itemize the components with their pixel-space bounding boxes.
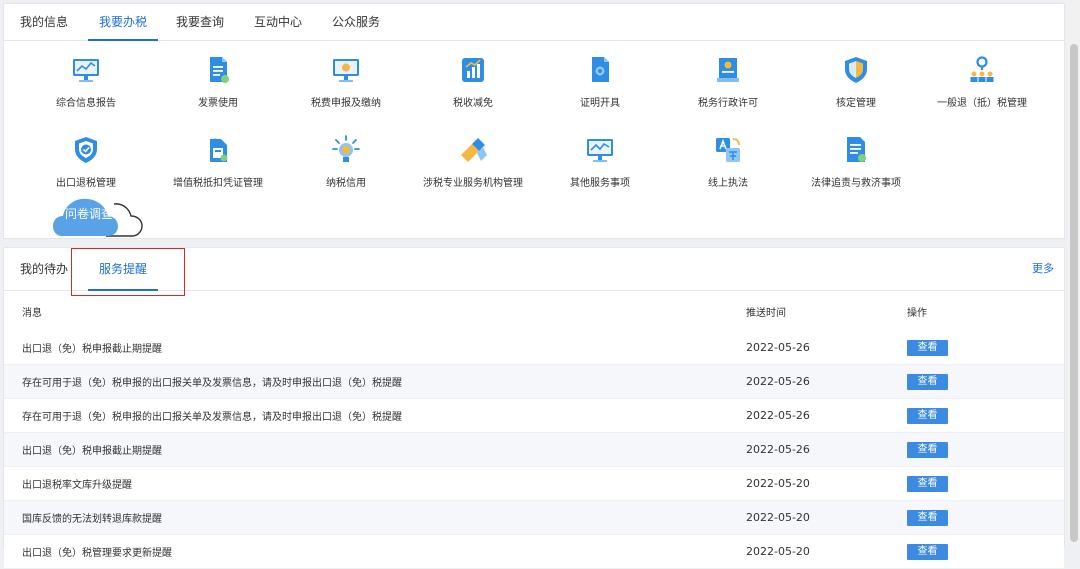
service-label: 发票使用 <box>198 98 238 109</box>
table-row: 出口退（免）税申报截止期提醒 2022-05-26 查看 <box>4 432 1064 467</box>
monitor-chart-icon <box>73 59 99 82</box>
time-cell: 2022-05-26 <box>729 331 889 365</box>
time-cell: 2022-05-20 <box>729 500 889 535</box>
service-general-refund[interactable]: 一般退（抵）税管理 <box>922 55 1042 109</box>
tab-query[interactable]: 我要查询 <box>176 4 224 40</box>
service-assessment-management[interactable]: 核定管理 <box>796 55 916 109</box>
service-label: 法律追责与救济事项 <box>811 178 901 189</box>
reminder-table: 消息 推送时间 操作 出口退（免）税申报截止期提醒 2022-05-26 查看 … <box>4 291 1064 569</box>
service-admin-license[interactable]: 税务行政许可 <box>668 55 788 109</box>
service-label: 线上执法 <box>708 178 748 189</box>
document-stamp-icon <box>210 138 228 162</box>
scrollbar-thumb[interactable] <box>1070 44 1078 542</box>
view-button[interactable]: 查看 <box>907 441 948 458</box>
message-cell: 出口退税率文库升级提醒 <box>4 466 729 501</box>
time-cell: 2022-05-26 <box>729 398 889 433</box>
service-label: 税务行政许可 <box>698 98 758 109</box>
service-label: 涉税专业服务机构管理 <box>423 178 523 189</box>
pen-tag-icon <box>461 138 487 162</box>
location-people-icon <box>970 56 994 82</box>
view-button[interactable]: 查看 <box>907 407 948 424</box>
certificate-icon <box>592 57 609 82</box>
service-legal-remedy[interactable]: 法律追责与救济事项 <box>796 135 916 189</box>
tab-handle-tax[interactable]: 我要办税 <box>87 4 159 41</box>
message-cell: 出口退（免）税申报截止期提醒 <box>4 432 729 467</box>
view-button[interactable]: 查看 <box>907 373 948 390</box>
table-row: 存在可用于退（免）税申报的出口报关单及发票信息，请及时申报出口退（免）税提醒 2… <box>4 398 1064 433</box>
view-button[interactable]: 查看 <box>907 475 948 492</box>
monitor-coin-icon <box>333 59 359 82</box>
service-label: 其他服务事项 <box>570 178 630 189</box>
legal-document-icon <box>847 137 866 162</box>
service-tax-declaration[interactable]: 税费申报及缴纳 <box>286 55 406 109</box>
service-export-refund[interactable]: 出口退税管理 <box>26 135 146 189</box>
reminder-panel: 我的待办 服务提醒 更多 消息 推送时间 操作 出口退（免）税申报截止期提醒 2… <box>3 247 1065 569</box>
service-tax-credit[interactable]: 纳税信用 <box>286 135 406 189</box>
tab-my-info[interactable]: 我的信息 <box>20 4 68 40</box>
survey-label: 问卷调查 <box>64 207 113 221</box>
time-cell: 2022-05-20 <box>729 466 889 501</box>
service-label: 一般退（抵）税管理 <box>937 98 1027 109</box>
tax-reduction-chart-icon <box>462 58 484 82</box>
message-cell: 出口退（免）税申报截止期提醒 <box>4 331 729 365</box>
invoice-document-icon <box>210 57 229 83</box>
table-row: 出口退税率文库升级提醒 2022-05-20 查看 <box>4 466 1064 501</box>
service-tax-reduction[interactable]: 税收减免 <box>413 55 533 109</box>
service-comprehensive-report[interactable]: 综合信息报告 <box>26 55 146 109</box>
table-row: 出口退（免）税申报截止期提醒 2022-05-26 查看 <box>4 331 1064 365</box>
message-cell: 出口退（免）税管理要求更新提醒 <box>4 534 729 569</box>
service-label: 纳税信用 <box>326 178 366 189</box>
bottom-tab-bar: 我的待办 服务提醒 更多 <box>4 248 1064 296</box>
column-header-time: 推送时间 <box>746 307 786 319</box>
service-agency-management[interactable]: 涉税专业服务机构管理 <box>413 135 533 189</box>
license-certificate-icon <box>717 58 739 82</box>
service-label: 综合信息报告 <box>56 98 116 109</box>
service-vat-deduction[interactable]: 增值税抵扣凭证管理 <box>158 135 278 189</box>
table-row: 国库反馈的无法划转退库款提醒 2022-05-20 查看 <box>4 500 1064 535</box>
view-button[interactable]: 查看 <box>907 339 948 356</box>
service-label: 出口退税管理 <box>56 178 116 189</box>
tab-interaction-center[interactable]: 互动中心 <box>254 4 302 40</box>
table-row: 存在可用于退（免）税申报的出口报关单及发票信息，请及时申报出口退（免）税提醒 2… <box>4 364 1064 399</box>
tab-public-service[interactable]: 公众服务 <box>332 4 380 40</box>
message-cell: 国库反馈的无法划转退库款提醒 <box>4 500 729 535</box>
monitor-trend-icon <box>587 139 613 162</box>
service-invoice-usage[interactable]: 发票使用 <box>158 55 278 109</box>
tab-my-todo[interactable]: 我的待办 <box>20 248 68 290</box>
tax-services-panel: 我的信息 我要办税 我要查询 互动中心 公众服务 综合信息报告 发票使用 税费申… <box>3 3 1065 239</box>
page-scrollbar[interactable] <box>1067 0 1080 542</box>
time-cell: 2022-05-26 <box>729 364 889 399</box>
more-link[interactable]: 更多 <box>1032 248 1054 290</box>
time-cell: 2022-05-20 <box>729 534 889 569</box>
survey-cloud-button[interactable]: 问卷调查 <box>52 192 146 238</box>
column-header-message: 消息 <box>22 307 42 319</box>
column-header-action: 操作 <box>907 307 927 319</box>
table-header-row: 消息 推送时间 操作 <box>4 291 1064 331</box>
top-tab-bar: 我的信息 我要办税 我要查询 互动中心 公众服务 <box>4 4 1064 41</box>
view-button[interactable]: 查看 <box>907 509 948 526</box>
service-label: 税费申报及缴纳 <box>311 98 381 109</box>
service-label: 证明开具 <box>580 98 620 109</box>
time-cell: 2022-05-26 <box>729 432 889 467</box>
service-other-matters[interactable]: 其他服务事项 <box>540 135 660 189</box>
translate-icon <box>716 138 740 162</box>
shield-icon <box>845 57 867 83</box>
message-cell: 存在可用于退（免）税申报的出口报关单及发票信息，请及时申报出口退（免）税提醒 <box>4 398 729 433</box>
service-label: 税收减免 <box>453 98 493 109</box>
message-cell: 存在可用于退（免）税申报的出口报关单及发票信息，请及时申报出口退（免）税提醒 <box>4 364 729 399</box>
view-button[interactable]: 查看 <box>907 543 948 560</box>
service-certificate-issue[interactable]: 证明开具 <box>540 55 660 109</box>
service-label: 核定管理 <box>836 98 876 109</box>
tab-service-reminder[interactable]: 服务提醒 <box>87 248 159 291</box>
shield-check-icon <box>75 137 97 163</box>
service-online-enforcement[interactable]: 线上执法 <box>668 135 788 189</box>
lightbulb-icon <box>332 135 360 162</box>
table-row: 出口退（免）税管理要求更新提醒 2022-05-20 查看 <box>4 534 1064 569</box>
service-label: 增值税抵扣凭证管理 <box>173 178 263 189</box>
